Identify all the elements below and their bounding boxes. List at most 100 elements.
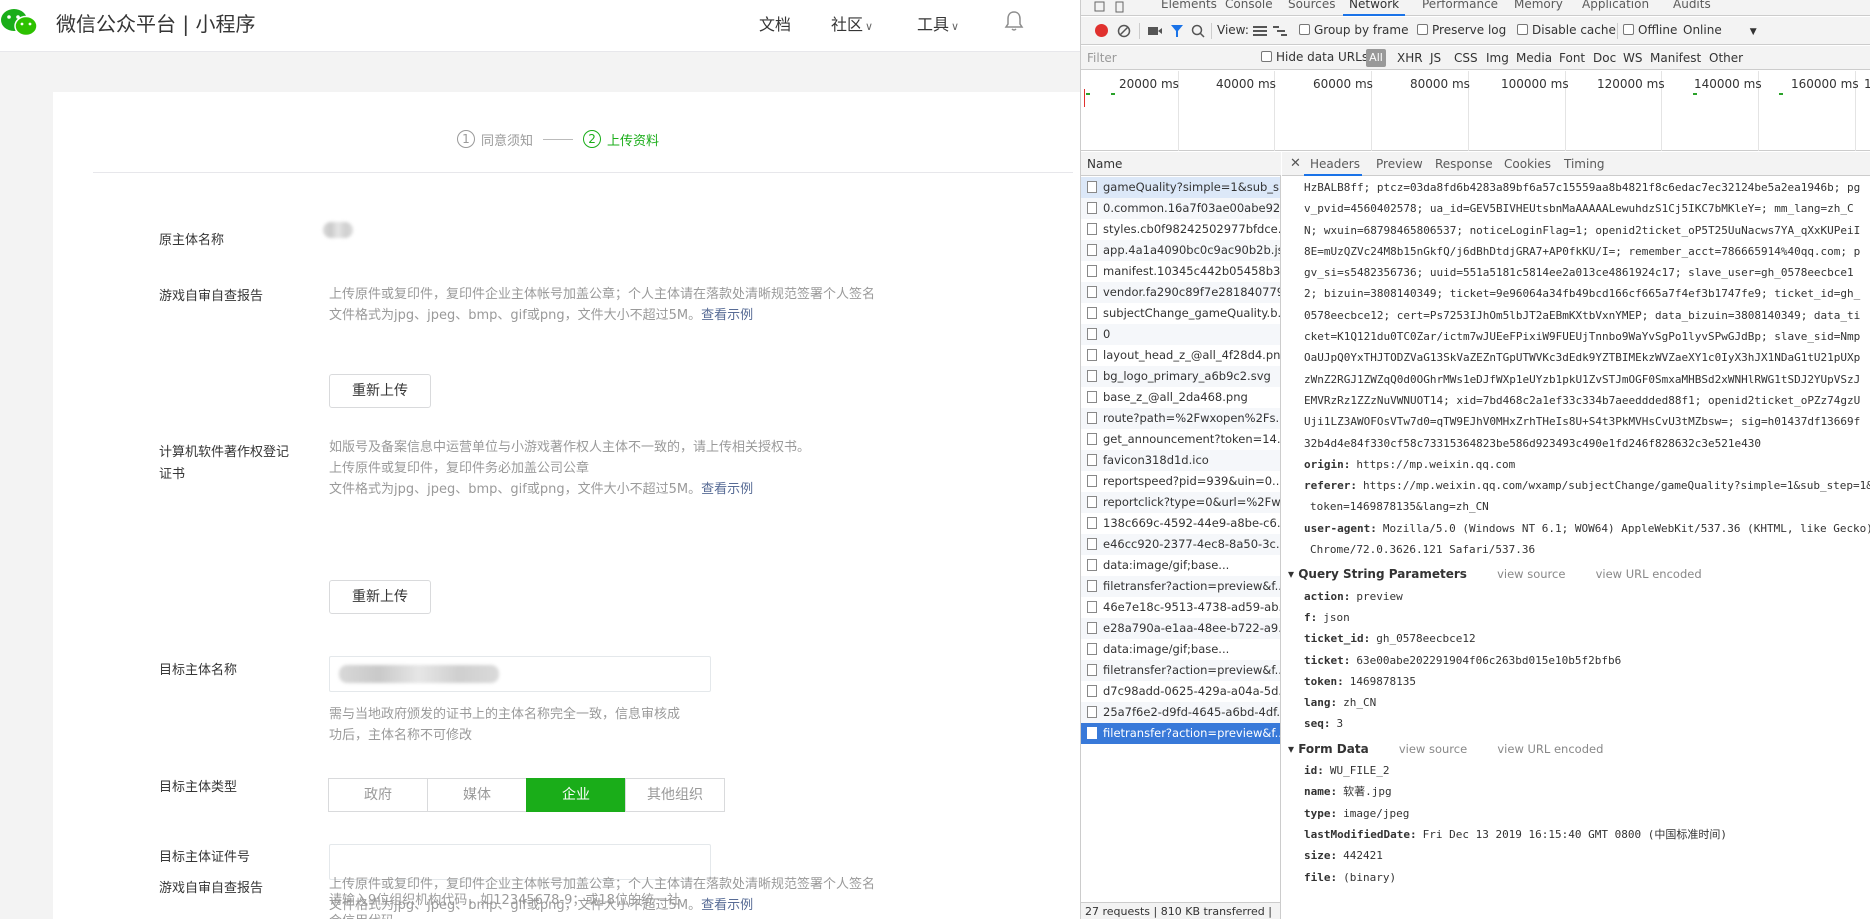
request-row[interactable]: reportspeed?pid=939&uin=0... <box>1081 471 1280 492</box>
device-toolbar-icon[interactable] <box>1115 1 1125 13</box>
type-option-government[interactable]: 政府 <box>328 778 428 812</box>
view-url-encoded-link[interactable]: view URL encoded <box>1497 742 1603 756</box>
request-row[interactable]: layout_head_z_@all_4f28d4.png <box>1081 345 1280 366</box>
tab-application[interactable]: Application <box>1582 0 1649 11</box>
search-icon[interactable] <box>1191 24 1205 38</box>
filter-ws[interactable]: WS <box>1623 51 1642 65</box>
see-example-link[interactable]: 查看示例 <box>701 482 753 497</box>
throttling-select[interactable]: Online ▼ <box>1683 23 1757 37</box>
nav-tools[interactable]: 工具 ∨ <box>917 11 959 35</box>
request-row[interactable]: 46e7e18c-9513-4738-ad59-ab... <box>1081 597 1280 618</box>
view-url-encoded-link[interactable]: view URL encoded <box>1596 567 1702 581</box>
request-row[interactable]: data:image/gif;base... <box>1081 639 1280 660</box>
network-overview[interactable]: 20000 ms 40000 ms 60000 ms 80000 ms 1000… <box>1081 71 1870 151</box>
request-row[interactable]: route?path=%2Fwxopen%2Fs... <box>1081 408 1280 429</box>
request-row[interactable]: bg_logo_primary_a6b9c2.svg <box>1081 366 1280 387</box>
detail-tab-cookies[interactable]: Cookies <box>1504 157 1551 171</box>
filter-font[interactable]: Font <box>1559 51 1585 65</box>
request-row[interactable]: get_announcement?token=14... <box>1081 429 1280 450</box>
top-bar: 微信公众平台 | 小程序 文档 社区 ∨ 工具 ∨ <box>0 0 1080 52</box>
timeline-tick-label: 160000 ms <box>1791 77 1859 91</box>
request-row[interactable]: app.4a1a4090bc0c9ac90b2b.js <box>1081 240 1280 261</box>
tab-elements[interactable]: Elements <box>1161 0 1217 11</box>
request-row[interactable]: filetransfer?action=preview&f... <box>1081 576 1280 597</box>
request-row[interactable]: data:image/gif;base... <box>1081 555 1280 576</box>
request-row[interactable]: vendor.fa290c89f7e281840779... <box>1081 282 1280 303</box>
close-icon[interactable]: ✕ <box>1290 156 1301 171</box>
request-row[interactable]: styles.cb0f98242502977bfdce.js <box>1081 219 1280 240</box>
query-string-section[interactable]: ▾ Query String Parameters view source vi… <box>1282 564 1870 585</box>
request-row[interactable]: reportclick?type=0&url=%2Fw... <box>1081 492 1280 513</box>
filter-input[interactable]: Filter <box>1087 49 1257 67</box>
request-row[interactable]: 138c669c-4592-44e9-a8be-c6... <box>1081 513 1280 534</box>
request-row[interactable]: 0 <box>1081 324 1280 345</box>
waterfall-icon[interactable] <box>1273 25 1287 37</box>
see-example-link[interactable]: 查看示例 <box>701 898 753 913</box>
request-row[interactable]: gameQuality?simple=1&sub_s... <box>1081 177 1280 198</box>
view-source-link[interactable]: view source <box>1399 742 1467 756</box>
detail-tab-response[interactable]: Response <box>1435 157 1493 171</box>
request-row[interactable]: 25a7f6e2-d9fd-4645-a6bd-4df... <box>1081 702 1280 723</box>
hide-data-urls-checkbox[interactable]: Hide data URLs <box>1261 50 1368 64</box>
request-row[interactable]: favicon318d1d.ico <box>1081 450 1280 471</box>
form-param-value: Fri Dec 13 2019 16:15:40 GMT 0800 (中国标准时… <box>1422 827 1728 841</box>
list-view-icon[interactable] <box>1253 25 1267 37</box>
type-option-enterprise[interactable]: 企业 <box>526 778 626 812</box>
view-source-link[interactable]: view source <box>1497 567 1565 581</box>
filter-media[interactable]: Media <box>1516 51 1552 65</box>
filter-css[interactable]: CSS <box>1454 51 1478 65</box>
filter-xhr[interactable]: XHR <box>1397 51 1423 65</box>
query-param-value: 1469878135 <box>1349 674 1416 688</box>
name-column-header[interactable]: Name <box>1081 152 1281 176</box>
request-row[interactable]: manifest.10345c442b05458b3... <box>1081 261 1280 282</box>
request-row[interactable]: base_z_@all_2da468.png <box>1081 387 1280 408</box>
offline-checkbox[interactable]: Offline <box>1623 23 1677 37</box>
tab-audits[interactable]: Audits <box>1673 0 1711 11</box>
filter-icon[interactable] <box>1170 24 1184 38</box>
group-by-frame-checkbox[interactable]: Group by frame <box>1299 23 1408 37</box>
detail-tab-timing[interactable]: Timing <box>1564 157 1605 171</box>
bell-icon[interactable] <box>1004 10 1024 32</box>
query-param-value: json <box>1323 610 1350 624</box>
filter-img[interactable]: Img <box>1486 51 1509 65</box>
nav-docs[interactable]: 文档 <box>759 11 791 35</box>
tab-sources[interactable]: Sources <box>1288 0 1335 11</box>
detail-tab-preview[interactable]: Preview <box>1376 157 1423 171</box>
query-param: token: 1469878135 <box>1282 671 1870 692</box>
file-icon <box>1087 454 1097 466</box>
request-name: base_z_@all_2da468.png <box>1103 390 1248 404</box>
tab-performance[interactable]: Performance <box>1422 0 1498 11</box>
filter-manifest[interactable]: Manifest <box>1650 51 1701 65</box>
filter-doc[interactable]: Doc <box>1593 51 1616 65</box>
tab-network[interactable]: Network <box>1349 0 1399 11</box>
request-row[interactable]: e28a790a-e1aa-48ee-b722-a9... <box>1081 618 1280 639</box>
request-row[interactable]: e46cc920-2377-4ec8-8a50-3c... <box>1081 534 1280 555</box>
reupload-button[interactable]: 重新上传 <box>329 580 431 614</box>
filter-all[interactable]: All <box>1366 49 1386 67</box>
request-row[interactable]: subjectChange_gameQuality.b... <box>1081 303 1280 324</box>
active-detail-tab-indicator <box>1304 174 1362 176</box>
request-row[interactable]: filetransfer?action=preview&f... <box>1081 723 1280 744</box>
filter-js[interactable]: JS <box>1430 51 1441 65</box>
record-icon[interactable] <box>1095 24 1108 37</box>
request-row[interactable]: filetransfer?action=preview&f... <box>1081 660 1280 681</box>
request-name: gameQuality?simple=1&sub_s... <box>1103 180 1280 194</box>
type-option-media[interactable]: 媒体 <box>427 778 527 812</box>
camera-icon[interactable] <box>1147 25 1163 37</box>
tab-console[interactable]: Console <box>1225 0 1273 11</box>
reupload-button[interactable]: 重新上传 <box>329 374 431 408</box>
see-example-link[interactable]: 查看示例 <box>701 308 753 323</box>
type-option-other[interactable]: 其他组织 <box>625 778 725 812</box>
clear-icon[interactable] <box>1117 24 1131 38</box>
detail-tab-headers[interactable]: Headers <box>1310 157 1360 171</box>
form-data-section[interactable]: ▾ Form Data view source view URL encoded <box>1282 739 1870 760</box>
disable-cache-checkbox[interactable]: Disable cache <box>1517 23 1616 37</box>
request-row[interactable]: d7c98add-0625-429a-a04a-5d... <box>1081 681 1280 702</box>
filter-other[interactable]: Other <box>1709 51 1743 65</box>
request-row[interactable]: 0.common.16a7f03ae00abe92... <box>1081 198 1280 219</box>
tab-memory[interactable]: Memory <box>1514 0 1563 11</box>
file-icon <box>1087 706 1097 718</box>
inspect-icon[interactable] <box>1094 1 1106 13</box>
preserve-log-checkbox[interactable]: Preserve log <box>1417 23 1506 37</box>
nav-community[interactable]: 社区 ∨ <box>831 11 873 35</box>
